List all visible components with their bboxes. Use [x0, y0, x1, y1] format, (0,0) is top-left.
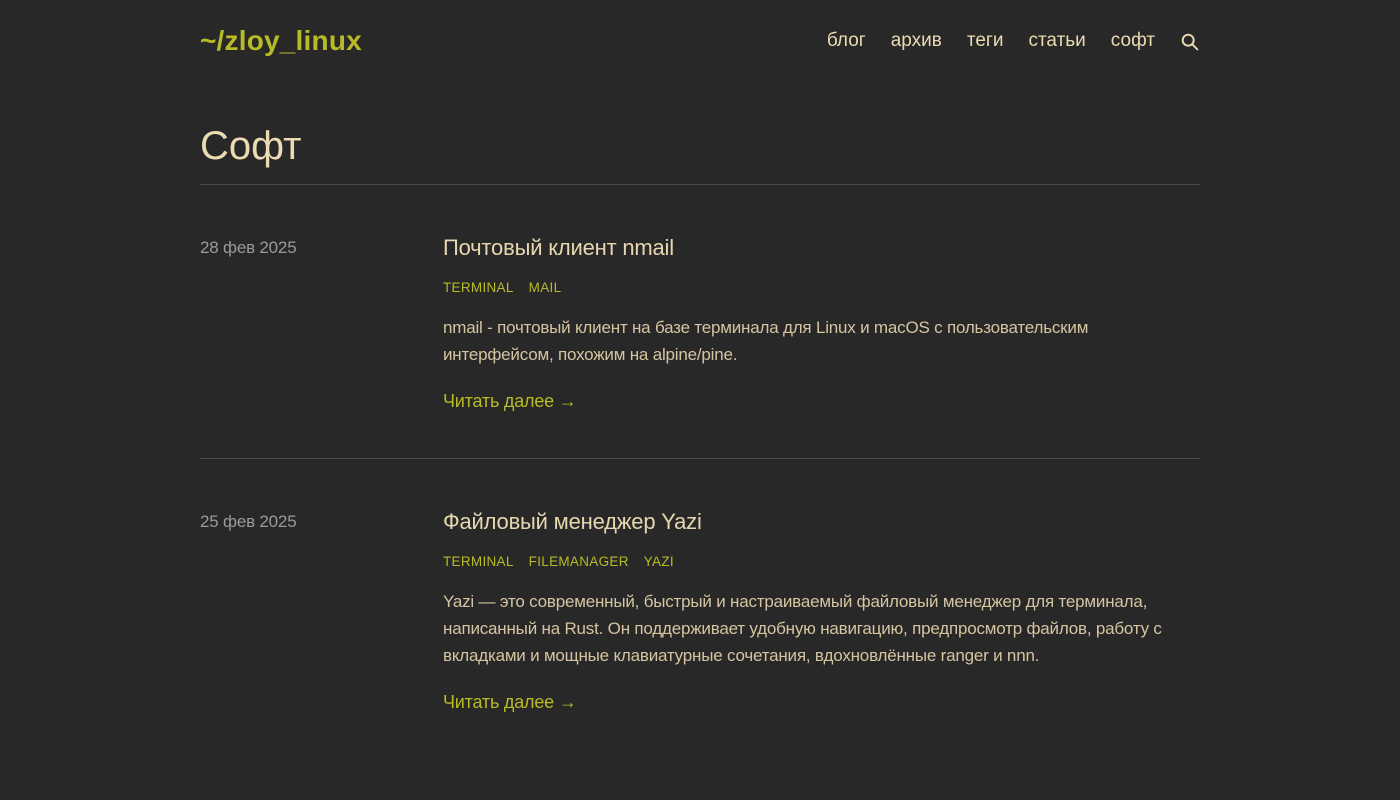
post-item-nmail: 28 фев 2025 Почтовый клиент nmail TERMIN… [200, 185, 1200, 458]
tag-yazi[interactable]: YAZI [644, 554, 674, 569]
post-excerpt: Yazi — это современный, быстрый и настра… [443, 588, 1165, 669]
post-date: 25 фев 2025 [200, 509, 443, 713]
search-icon [1179, 31, 1200, 52]
tag-terminal[interactable]: TERMINAL [443, 280, 514, 295]
site-title-link[interactable]: ~/zloy_linux [200, 25, 362, 57]
tag-terminal[interactable]: TERMINAL [443, 554, 514, 569]
post-title-link[interactable]: Файловый менеджер Yazi [443, 509, 702, 534]
page-title: Софт [200, 124, 1200, 168]
nav-item-soft[interactable]: софт [1111, 30, 1155, 52]
read-more-link[interactable]: Читать далее → [443, 692, 577, 713]
post-tags: TERMINAL FILEMANAGER YAZI [443, 554, 1200, 569]
site-header: ~/zloy_linux блог архив теги статьи софт [200, 0, 1200, 62]
nav-item-blog[interactable]: блог [827, 30, 866, 52]
nav-item-archive[interactable]: архив [891, 30, 942, 52]
post-title-link[interactable]: Почтовый клиент nmail [443, 235, 674, 260]
tag-mail[interactable]: MAIL [529, 280, 562, 295]
page-container: ~/zloy_linux блог архив теги статьи софт… [200, 0, 1200, 759]
main-nav: блог архив теги статьи софт [802, 30, 1200, 52]
post-title: Почтовый клиент nmail [443, 235, 1200, 261]
post-title: Файловый менеджер Yazi [443, 509, 1200, 535]
nav-item-articles[interactable]: статьи [1028, 30, 1085, 52]
search-button[interactable] [1179, 31, 1200, 52]
tag-filemanager[interactable]: FILEMANAGER [529, 554, 629, 569]
read-more-link[interactable]: Читать далее → [443, 391, 577, 412]
post-date: 28 фев 2025 [200, 235, 443, 412]
post-body: Почтовый клиент nmail TERMINAL MAIL nmai… [443, 235, 1200, 412]
main-content: Софт 28 фев 2025 Почтовый клиент nmail T… [200, 124, 1200, 759]
nav-item-tags[interactable]: теги [967, 30, 1004, 52]
post-body: Файловый менеджер Yazi TERMINAL FILEMANA… [443, 509, 1200, 713]
post-excerpt: nmail - почтовый клиент на базе терминал… [443, 314, 1165, 368]
post-item-yazi: 25 фев 2025 Файловый менеджер Yazi TERMI… [200, 459, 1200, 759]
post-tags: TERMINAL MAIL [443, 280, 1200, 295]
